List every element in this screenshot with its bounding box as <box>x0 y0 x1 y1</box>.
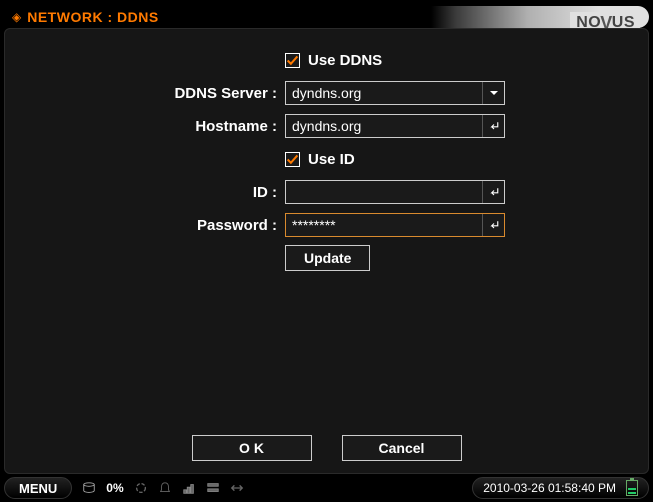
ddns-server-value: dyndns.org <box>286 85 482 101</box>
password-value: ******** <box>286 217 482 233</box>
check-icon <box>286 54 299 67</box>
hostname-value: dyndns.org <box>286 118 482 134</box>
enter-icon <box>482 214 504 236</box>
status-indicators: 0% <box>72 481 472 495</box>
title-pill: ◈ NETWORK : DDNS <box>4 6 167 28</box>
breadcrumb: NETWORK : DDNS <box>27 9 158 25</box>
enter-icon <box>482 115 504 137</box>
hostname-row: Hostname : dyndns.org <box>25 113 628 139</box>
seq-icon <box>206 481 220 495</box>
statusbar: MENU 0% 2010-03-26 01:58:40 PM <box>4 476 649 500</box>
status-datetime-area: 2010-03-26 01:58:40 PM <box>472 477 649 499</box>
id-label: ID : <box>25 184 285 201</box>
use-ddns-checkbox[interactable] <box>285 53 300 68</box>
titlebar: ◈ NETWORK : DDNS NOVUS <box>4 6 649 28</box>
use-id-checkbox[interactable] <box>285 152 300 167</box>
signal-icon <box>182 481 196 495</box>
arrows-icon <box>230 481 244 495</box>
id-row: ID : <box>25 179 628 205</box>
menu-button[interactable]: MENU <box>4 477 72 499</box>
ddns-server-select[interactable]: dyndns.org <box>285 81 505 105</box>
password-input[interactable]: ******** <box>285 213 505 237</box>
dialog-buttons: O K Cancel <box>5 435 648 461</box>
disk-percent: 0% <box>106 481 123 495</box>
ok-button[interactable]: O K <box>192 435 312 461</box>
use-id-row: Use ID <box>25 146 628 172</box>
disk-icon <box>82 481 96 495</box>
id-input[interactable] <box>285 180 505 204</box>
status-datetime: 2010-03-26 01:58:40 PM <box>483 481 616 495</box>
ddns-server-row: DDNS Server : dyndns.org <box>25 80 628 106</box>
title-bullet-icon: ◈ <box>12 10 21 24</box>
cancel-button[interactable]: Cancel <box>342 435 462 461</box>
use-ddns-row: Use DDNS <box>25 47 628 73</box>
enter-icon <box>482 181 504 203</box>
chevron-down-icon <box>482 82 504 104</box>
bell-icon <box>158 481 172 495</box>
battery-icon <box>626 480 638 496</box>
update-button[interactable]: Update <box>285 245 370 271</box>
spinner-icon <box>134 481 148 495</box>
hostname-input[interactable]: dyndns.org <box>285 114 505 138</box>
hostname-label: Hostname : <box>25 118 285 135</box>
settings-panel: Use DDNS DDNS Server : dyndns.org Host <box>4 28 649 474</box>
use-id-label: Use ID <box>308 151 355 168</box>
update-row: Update <box>25 245 628 271</box>
ddns-server-label: DDNS Server : <box>25 85 285 102</box>
use-ddns-label: Use DDNS <box>308 52 382 69</box>
check-icon <box>286 153 299 166</box>
password-row: Password : ******** <box>25 212 628 238</box>
password-label: Password : <box>25 217 285 234</box>
